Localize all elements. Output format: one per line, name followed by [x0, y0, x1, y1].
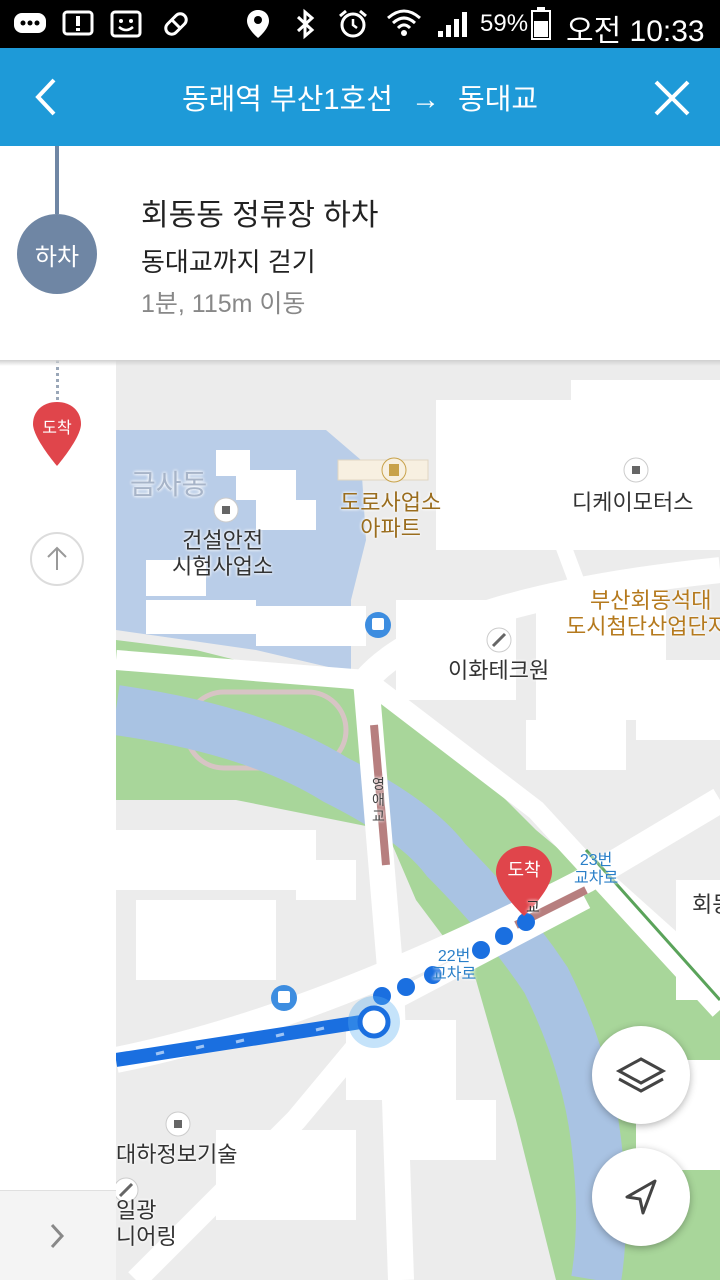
bridge-name-c: 교 [372, 808, 385, 824]
chevron-right-icon [50, 1223, 65, 1249]
road-label-22-line1: 22번 [437, 948, 471, 965]
close-button[interactable] [644, 70, 700, 126]
layers-icon [615, 1057, 667, 1093]
map-label-bridge: 교 [526, 899, 540, 916]
pill-icon [158, 8, 194, 40]
map-label-busan-line1: 부산회동석대 [590, 588, 712, 613]
my-location-button[interactable] [592, 1148, 690, 1246]
arrive-step-marker[interactable]: 도착 [30, 400, 84, 468]
map-label-construction-line1: 건설안전 [182, 528, 264, 553]
map-label-daeha: 대하정보기술 [116, 1142, 238, 1167]
route-origin: 동래역 부산1호선 [181, 84, 393, 116]
route-arrow: → [410, 84, 440, 116]
face-icon [108, 8, 144, 40]
panel-shadow [0, 360, 720, 366]
road-label-22: 22번 교차로 [432, 948, 476, 984]
map-layers-button[interactable] [592, 1026, 690, 1124]
route-header: 동래역 부산1호선 → 동대교 [0, 48, 720, 146]
map-label-road-apt-line1: 도로사업소 [340, 490, 442, 515]
bluetooth-icon [288, 8, 322, 40]
arrow-up-icon [47, 546, 67, 570]
wifi-icon [384, 8, 424, 40]
bridge-name-label: 영 애 교 [372, 776, 385, 824]
battery-percent: 59% [480, 10, 529, 37]
road-label-23: 23번 교차로 [574, 852, 618, 888]
message-icon [10, 8, 50, 40]
bridge-name-b: 애 [372, 792, 385, 808]
alight-badge: 하차 [17, 214, 97, 294]
map-label-dk-motors: 디케이모터스 [572, 490, 694, 515]
destination-marker-label: 도착 [507, 860, 541, 880]
alarm-icon [334, 8, 372, 40]
clock: 오전 10:33 [566, 15, 705, 48]
route-title: 동래역 부산1호선 → 동대교 [90, 76, 630, 118]
bridge-name-a: 영 [372, 776, 385, 792]
step-connector-line [55, 146, 59, 214]
back-button[interactable] [20, 70, 74, 124]
map-label-ilgwang-line1: 일광 [116, 1198, 157, 1223]
route-destination: 동대교 [458, 84, 539, 116]
chevron-left-icon [35, 78, 56, 116]
map-label-construction-line2: 시험사업소 [172, 554, 274, 579]
step-meta: 1분, 115m 이동 [141, 290, 306, 318]
alert-icon [60, 8, 96, 40]
status-bar: 59% 오전 10:33 [0, 0, 720, 48]
step-info-panel: 하차 회동동 정류장 하차 동대교까지 걷기 1분, 115m 이동 [0, 146, 720, 360]
step-rail: 도착 [0, 360, 116, 1280]
map-label-busan-line2: 도시첨단산업단지 [566, 614, 720, 639]
map-label-hoedong: 회동 [692, 892, 720, 917]
expand-steps-button[interactable] [0, 1190, 116, 1280]
road-label-22-line2: 교차로 [432, 966, 477, 983]
map-label-road-apartment: 도로사업소 아파트 [340, 490, 441, 542]
map-view[interactable]: 금사동 건설안전 시험사업소 도로사업소 아파트 디케이모터스 부산회동석대 도… [116, 360, 720, 1280]
map-label-ilgwang: 일광 니어링 [116, 1198, 177, 1250]
road-label-23-line2: 교차로 [574, 870, 619, 887]
map-label-construction: 건설안전 시험사업소 [172, 528, 273, 580]
map-label-ihwa: 이화테크원 [448, 658, 550, 683]
scroll-up-button[interactable] [30, 532, 84, 586]
navigation-arrow-icon [625, 1179, 657, 1215]
step-subtitle: 동대교까지 걷기 [141, 247, 316, 277]
battery-icon [528, 7, 554, 40]
map-label-road-apt-line2: 아파트 [360, 516, 421, 541]
map-label-ilgwang-line2: 니어링 [116, 1224, 177, 1249]
road-label-23-line1: 23번 [579, 852, 613, 869]
arrive-label: 도착 [42, 420, 72, 437]
close-icon [654, 80, 690, 116]
signal-icon [434, 8, 474, 40]
map-label-busan-complex: 부산회동석대 도시첨단산업단지 [566, 588, 720, 640]
map-label-geumsa: 금사동 [130, 469, 208, 500]
screen: 59% 오전 10:33 동래역 부산1호선 → 동대교 하차 회동동 정류장 … [0, 0, 720, 1280]
step-title: 회동동 정류장 하차 [141, 199, 379, 232]
location-icon [240, 8, 276, 40]
